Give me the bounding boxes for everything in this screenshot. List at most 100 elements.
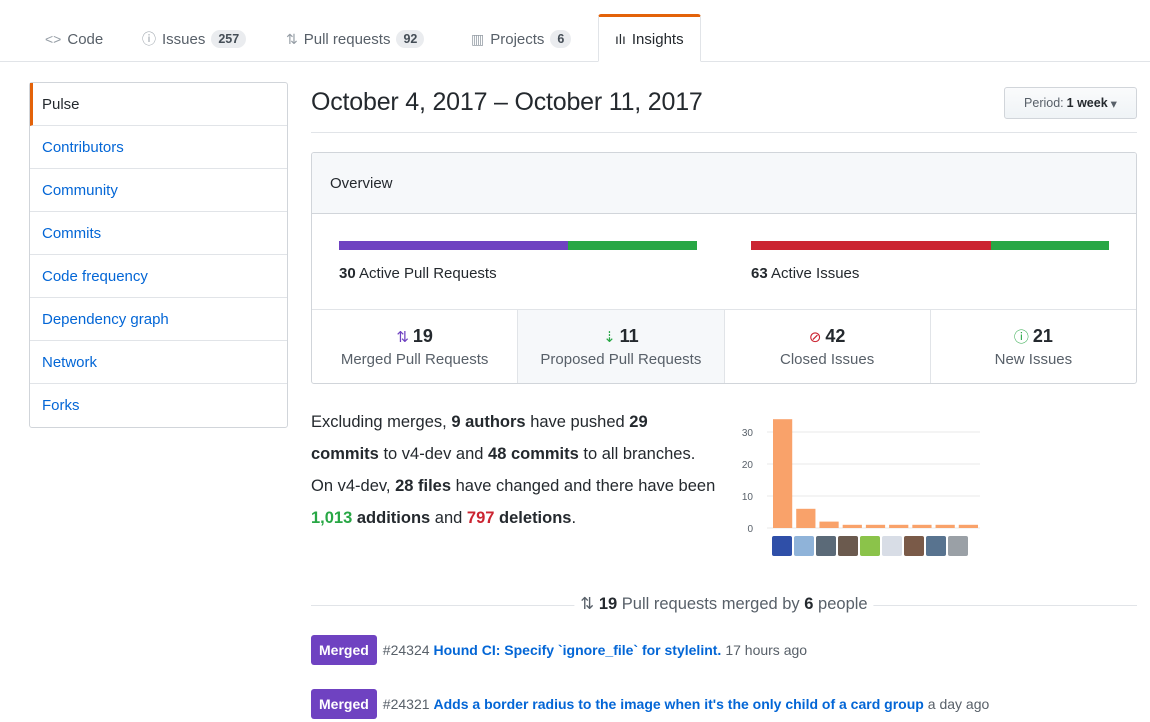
additions-word: additions bbox=[352, 509, 431, 527]
summary-text: . bbox=[571, 509, 577, 527]
avatar[interactable] bbox=[794, 536, 814, 556]
code-icon: <> bbox=[45, 31, 62, 47]
tab-insights[interactable]: ılı Insights bbox=[598, 14, 701, 62]
stat-proposed-pull-requests[interactable]: ⇣ 11 Proposed Pull Requests bbox=[518, 310, 725, 383]
pull-request-title-link[interactable]: Adds a border radius to the image when i… bbox=[434, 696, 924, 712]
period-prefix: Period: bbox=[1024, 96, 1064, 110]
sidebar-item-network[interactable]: Network bbox=[30, 341, 287, 384]
all-commits-count: 48 commits bbox=[488, 445, 579, 463]
sidebar-item-contributors[interactable]: Contributors bbox=[30, 126, 287, 169]
issues-ratio-bar bbox=[751, 241, 1109, 250]
y-tick-label: 0 bbox=[747, 524, 753, 535]
stat-new-issues[interactable]: ⓘ 21 New Issues bbox=[931, 310, 1136, 383]
pull-request-title-link[interactable]: Hound CI: Specify `ignore_file` for styl… bbox=[434, 642, 722, 658]
additions-count: 1,013 bbox=[311, 509, 353, 527]
git-pull-request-icon: ⇣ bbox=[603, 328, 616, 346]
summary-text: to v4-dev and bbox=[378, 445, 489, 463]
avatar[interactable] bbox=[882, 536, 902, 556]
active-pull-requests-count: 30 bbox=[339, 265, 356, 282]
sidebar-item-pulse[interactable]: Pulse bbox=[30, 83, 287, 126]
period-select-button[interactable]: Period: 1 week ▾ bbox=[1004, 87, 1137, 119]
stat-label: Merged Pull Requests bbox=[340, 351, 489, 368]
merged-text: Pull requests merged by bbox=[617, 595, 805, 613]
pull-requests-ratio-bar bbox=[339, 241, 697, 250]
merged-segment bbox=[339, 241, 569, 250]
pull-request-number: #24324 bbox=[382, 642, 430, 658]
pull-requests-counter: 92 bbox=[396, 30, 425, 48]
graph-icon: ılı bbox=[615, 31, 626, 47]
people-count: 6 bbox=[804, 595, 814, 613]
issue-opened-icon: ⓘ bbox=[1013, 329, 1029, 346]
issues-summary[interactable]: 63 Active Issues bbox=[751, 241, 1109, 282]
commit-bar[interactable] bbox=[819, 521, 839, 528]
new-segment bbox=[990, 241, 1109, 250]
avatar[interactable] bbox=[948, 536, 968, 556]
sidebar-item-commits[interactable]: Commits bbox=[30, 212, 287, 255]
active-pull-requests-text: Active Pull Requests bbox=[359, 265, 497, 282]
commit-bar[interactable] bbox=[912, 524, 932, 528]
issues-counter: 257 bbox=[211, 30, 247, 48]
sidebar-item-community[interactable]: Community bbox=[30, 169, 287, 212]
tab-issues[interactable]: ⓘ Issues 257 bbox=[142, 16, 247, 62]
commits-bar-chart-svg: 0 10 20 30 bbox=[742, 419, 980, 535]
y-tick-label: 10 bbox=[742, 492, 754, 503]
projects-counter: 6 bbox=[550, 30, 572, 48]
avatar[interactable] bbox=[838, 536, 858, 556]
contributor-avatars bbox=[772, 536, 968, 556]
y-tick-label: 20 bbox=[742, 460, 754, 471]
insights-sidebar: Pulse Contributors Community Commits Cod… bbox=[29, 82, 288, 428]
pull-request-row: Merged #24324 Hound CI: Specify `ignore_… bbox=[311, 634, 807, 666]
period-value: 1 week bbox=[1066, 96, 1108, 110]
git-merge-icon: ⇅ bbox=[580, 595, 595, 613]
overview-bars: 30 Active Pull Requests 63 Active Issues bbox=[312, 214, 1136, 310]
stat-label: Closed Issues bbox=[780, 351, 875, 368]
commit-bar[interactable] bbox=[865, 524, 886, 528]
tab-pull-requests[interactable]: ⇅ Pull requests 92 bbox=[286, 16, 425, 62]
tab-pull-requests-label: Pull requests bbox=[303, 30, 391, 48]
stat-closed-issues[interactable]: ⊘ 42 Closed Issues bbox=[725, 310, 931, 383]
issue-icon: ⓘ bbox=[142, 31, 156, 47]
summary-text: Excluding merges, bbox=[311, 413, 452, 431]
avatar[interactable] bbox=[772, 536, 792, 556]
stat-merged-pull-requests[interactable]: ⇅ 19 Merged Pull Requests bbox=[312, 310, 519, 383]
sidebar-item-forks[interactable]: Forks bbox=[30, 384, 287, 427]
active-pull-requests-label: 30 Active Pull Requests bbox=[339, 265, 697, 282]
sidebar-item-code-frequency[interactable]: Code frequency bbox=[30, 255, 287, 298]
stat-count: 21 bbox=[1032, 326, 1053, 346]
sidebar-item-dependency-graph[interactable]: Dependency graph bbox=[30, 298, 287, 341]
commit-bar[interactable] bbox=[773, 419, 793, 528]
pull-request-time: a day ago bbox=[927, 696, 990, 712]
stat-label: New Issues bbox=[994, 351, 1073, 368]
tab-code-label: Code bbox=[67, 30, 104, 48]
commit-bar[interactable] bbox=[935, 524, 955, 528]
y-tick-label: 30 bbox=[742, 428, 754, 439]
avatar[interactable] bbox=[926, 536, 946, 556]
stat-count: 11 bbox=[619, 326, 639, 346]
merged-pull-requests-heading: ⇅ 19 Pull requests merged by 6 people bbox=[574, 594, 874, 614]
overview-box: Overview 30 Active Pull Requests 63 Acti… bbox=[311, 152, 1137, 384]
page-title: October 4, 2017 – October 11, 2017 bbox=[311, 88, 703, 116]
avatar[interactable] bbox=[816, 536, 836, 556]
pull-requests-summary[interactable]: 30 Active Pull Requests bbox=[339, 241, 697, 282]
stat-count: 19 bbox=[412, 326, 433, 346]
summary-text: have changed and there have been bbox=[451, 477, 716, 495]
commit-bar[interactable] bbox=[842, 524, 862, 528]
proposed-segment bbox=[568, 241, 697, 250]
avatar[interactable] bbox=[904, 536, 924, 556]
authors-count: 9 authors bbox=[451, 413, 526, 431]
commit-bar[interactable] bbox=[958, 524, 978, 528]
commit-bar[interactable] bbox=[796, 508, 816, 528]
stat-count: 42 bbox=[825, 326, 846, 346]
commit-bar[interactable] bbox=[889, 524, 909, 528]
active-issues-count: 63 bbox=[751, 265, 768, 282]
git-merge-icon: ⇅ bbox=[396, 328, 409, 346]
pull-request-number: #24321 bbox=[382, 696, 430, 712]
issue-closed-icon: ⊘ bbox=[808, 328, 822, 346]
stat-label: Proposed Pull Requests bbox=[540, 351, 702, 368]
tab-projects-label: Projects bbox=[490, 30, 545, 48]
active-issues-text: Active Issues bbox=[771, 265, 860, 282]
tab-projects[interactable]: ▥ Projects 6 bbox=[471, 16, 572, 62]
merged-text: people bbox=[813, 595, 868, 613]
tab-code[interactable]: <> Code bbox=[45, 16, 103, 62]
avatar[interactable] bbox=[860, 536, 880, 556]
